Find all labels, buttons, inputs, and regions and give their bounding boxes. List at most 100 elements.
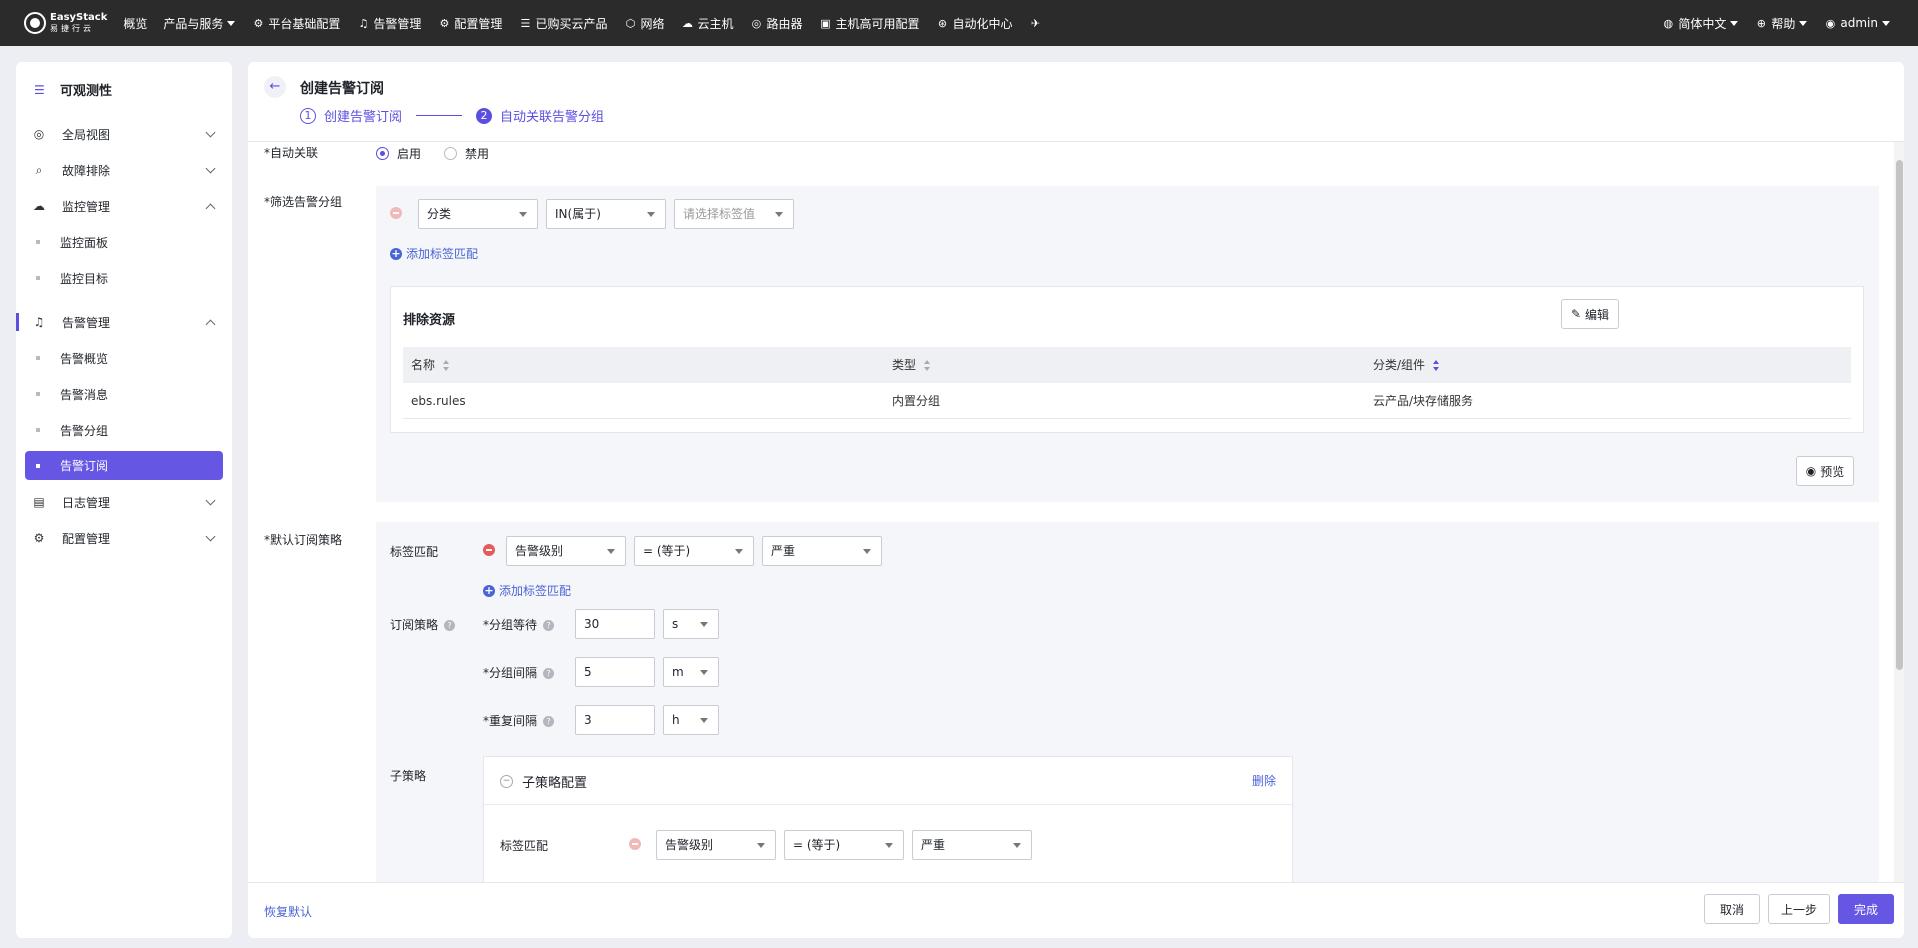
brand-subtitle: 易捷行云 [50,24,94,33]
sub-policy-card: − 子策略配置 删除 标签匹配 告警级别 = (等于) 严重 [483,756,1293,882]
nav-products-services[interactable]: 产品与服务 [163,15,236,32]
active-group-marker [16,313,19,331]
delete-sub-policy-link[interactable]: 删除 [1252,772,1276,789]
language-switcher[interactable]: ◍ 简体中文 [1661,15,1739,32]
scrollbar-thumb[interactable] [1896,160,1903,670]
nav-router[interactable]: ◎ 路由器 [749,15,803,32]
group-interval-unit-select[interactable]: m [663,657,719,687]
finish-button[interactable]: 完成 [1838,894,1894,924]
nav-alert-management[interactable]: ♫ 告警管理 [356,15,421,32]
globe-icon: ◍ [1663,16,1674,30]
help-icon: ⊕ [1756,16,1766,30]
caret-down-icon [227,20,236,26]
remove-match-icon[interactable] [483,544,495,556]
policy-operator-select[interactable]: = (等于) [634,536,754,566]
sidebar-title: 可观测性 [60,83,113,99]
sort-active-icon [1433,360,1440,371]
sidebar-item-troubleshooting[interactable]: ⌕ 故障排除 [16,152,232,188]
policy-key-select[interactable]: 告警级别 [506,536,626,566]
reset-defaults-link[interactable]: 恢复默认 [264,903,312,920]
add-tag-match-link[interactable]: + 添加标签匹配 [390,245,478,262]
step-indicator: 1 创建告警订阅 2 自动关联告警分组 [300,106,604,125]
step-1-number: 1 [300,107,316,124]
pin-icon[interactable]: ✈ [1029,17,1046,30]
repeat-interval-unit-select[interactable]: h [663,705,719,735]
sub-key-select[interactable]: 告警级别 [656,830,776,860]
help-icon[interactable]: ? [543,668,555,679]
repeat-interval-input[interactable]: 3 [575,705,655,735]
nav-network[interactable]: ⬡ 网络 [623,15,665,32]
log-icon: ▤ [33,495,45,509]
sub-policy-title: 子策略配置 [522,776,588,791]
sidebar-item-monitor-dashboard[interactable]: 监控面板 [16,224,232,260]
group-interval-input[interactable]: 5 [575,657,655,687]
radio-disable[interactable]: 禁用 [444,145,489,162]
remove-match-icon[interactable] [629,838,641,850]
previous-step-button[interactable]: 上一步 [1768,894,1830,924]
add-tag-match-link[interactable]: + 添加标签匹配 [483,582,571,599]
cell-name: ebs.rules [411,394,466,408]
filter-value-select[interactable]: 请选择标签值 [674,199,794,229]
host-icon: ▣ [820,16,831,30]
sidebar-item-alert-subscriptions[interactable]: 告警订阅 [25,451,223,480]
tag-match-label: 标签匹配 [390,545,439,559]
easystack-logo[interactable]: EasyStack 易捷行云 [24,12,107,34]
help-icon[interactable]: ? [543,716,555,727]
menu-icon[interactable]: ☰ [34,83,48,97]
nav-config-management[interactable]: ⚙ 配置管理 [437,15,502,32]
help-menu[interactable]: ⊕ 帮助 [1754,15,1808,32]
edit-button[interactable]: ✎ 编辑 [1561,299,1619,329]
step-1-label: 创建告警订阅 [324,110,403,125]
sidebar-item-alert-management[interactable]: ♫ 告警管理 [16,304,232,340]
policy-value-select[interactable]: 严重 [762,536,882,566]
column-type[interactable]: 类型 [892,347,931,383]
filter-groups-panel: 分类 IN(属于) 请选择标签值 + 添加标签匹配 排除资源 ✎ 编辑 名称 类型 … [376,186,1879,502]
cell-type: 内置分组 [892,394,941,408]
nav-platform-config[interactable]: ⚙ 平台基础配置 [251,15,340,32]
scrollbar[interactable] [1894,142,1904,882]
sidebar-item-global-view[interactable]: ◎ 全局视图 [16,116,232,152]
nav-cloud-host[interactable]: ☁ 云主机 [680,15,734,32]
help-icon[interactable]: ? [543,620,555,631]
filter-key-select[interactable]: 分类 [418,199,538,229]
collapse-icon[interactable]: − [500,775,513,788]
user-menu[interactable]: ◉ admin [1823,16,1890,30]
column-category[interactable]: 分类/组件 [1373,347,1440,383]
help-icon[interactable]: ? [444,620,456,631]
back-arrow-icon[interactable]: ← [264,76,286,98]
nav-purchased-products[interactable]: ☰ 已购买云产品 [518,15,608,32]
cell-category: 云产品/块存储服务 [1373,394,1474,408]
group-wait-unit-select[interactable]: s [663,609,719,639]
sidebar-item-monitor-targets[interactable]: 监控目标 [16,260,232,296]
sidebar-item-alert-groups[interactable]: 告警分组 [16,412,232,448]
column-name[interactable]: 名称 [411,347,450,383]
sub-value-select[interactable]: 严重 [912,830,1032,860]
plus-circle-icon: + [483,583,495,597]
sidebar-item-alert-overview[interactable]: 告警概览 [16,340,232,376]
sidebar-item-alert-messages[interactable]: 告警消息 [16,376,232,412]
filter-operator-select[interactable]: IN(属于) [546,199,666,229]
sub-operator-select[interactable]: = (等于) [784,830,904,860]
sidebar-item-config-management[interactable]: ⚙ 配置管理 [16,520,232,556]
radio-enable[interactable]: 启用 [376,145,421,162]
sub-tag-match-label: 标签匹配 [500,839,549,853]
caret-down-icon [1730,20,1739,26]
preview-button[interactable]: ◉ 预览 [1796,456,1854,486]
nav-overview[interactable]: 概览 [123,15,147,32]
nav-host-ha[interactable]: ▣ 主机高可用配置 [819,15,919,32]
sidebar-item-log-management[interactable]: ▤ 日志管理 [16,484,232,520]
group-wait-input[interactable]: 30 [575,609,655,639]
brand-name: EasyStack [50,12,108,23]
cancel-button[interactable]: 取消 [1704,894,1760,924]
nav-automation[interactable]: ⊛ 自动化中心 [936,15,1013,32]
remove-match-icon[interactable] [390,207,402,219]
top-navigation-bar: EasyStack 易捷行云 概览 产品与服务 ⚙ 平台基础配置 ♫ 告警管理 ⚙ 配… [0,0,1918,46]
step-2-label: 自动关联告警分组 [500,110,605,125]
exclude-resources-title: 排除资源 [403,313,456,328]
search-icon: ⌕ [35,162,43,177]
plus-circle-icon: + [390,246,402,260]
automation-icon: ⊛ [937,16,948,30]
cloud-icon: ☁ [33,199,45,213]
repeat-interval-label: *重复间隔? [483,712,555,729]
sidebar-item-monitoring[interactable]: ☁ 监控管理 [16,188,232,224]
